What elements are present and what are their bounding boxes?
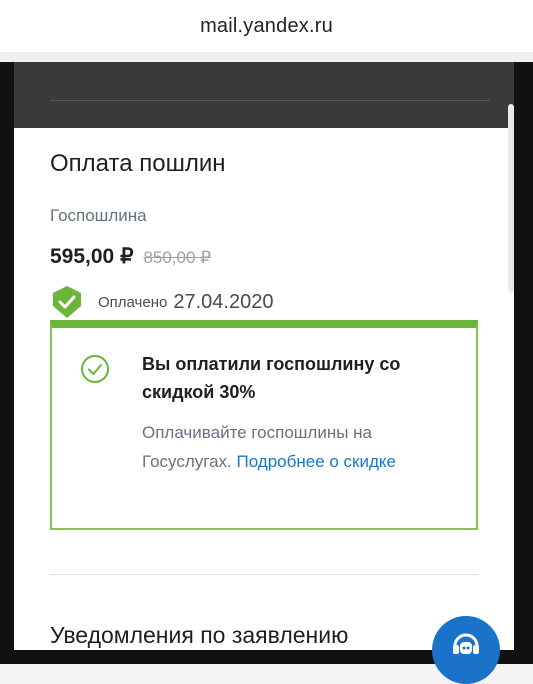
address-bar-gap bbox=[0, 52, 533, 62]
url-text: mail.yandex.ru bbox=[200, 14, 333, 37]
section-divider bbox=[50, 574, 478, 575]
price-old: 850,00 ₽ bbox=[143, 248, 211, 267]
fee-label: Госпошлина bbox=[50, 206, 147, 225]
discount-details-link[interactable]: Подробнее о скидке bbox=[236, 452, 396, 471]
price-row: 595,00 ₽ 850,00 ₽ bbox=[50, 244, 211, 269]
price-current: 595,00 ₽ bbox=[50, 245, 134, 268]
paid-date: 27.04.2020 bbox=[173, 290, 274, 313]
discount-notice: Вы оплатили госпошлину со скидкой 30% Оп… bbox=[50, 320, 478, 530]
dimmed-header-area bbox=[14, 62, 514, 128]
support-chat-button[interactable] bbox=[432, 616, 500, 684]
discount-text-block: Оплачивайте госпошлины на Госуслугах. По… bbox=[142, 418, 442, 476]
header-divider bbox=[50, 100, 490, 101]
support-robot-icon bbox=[453, 633, 479, 654]
application-card: Оплата пошлин Госпошлина 595,00 ₽ 850,00… bbox=[14, 128, 514, 664]
notifications-title: Уведомления по заявлению bbox=[50, 622, 349, 648]
check-circle-icon bbox=[81, 355, 109, 383]
page-edge-right bbox=[514, 62, 533, 664]
scrollbar-handle[interactable] bbox=[508, 104, 514, 292]
discount-title: Вы оплатили госпошлину со скидкой 30% bbox=[142, 354, 401, 402]
payment-section-title: Оплата пошлин bbox=[50, 150, 226, 177]
page-edge-left bbox=[0, 62, 14, 664]
shield-check-icon bbox=[53, 286, 81, 318]
browser-address-bar[interactable]: mail.yandex.ru bbox=[0, 0, 533, 52]
paid-status-row: Оплачено 27.04.2020 bbox=[50, 284, 273, 320]
paid-label: Оплачено bbox=[98, 293, 168, 311]
